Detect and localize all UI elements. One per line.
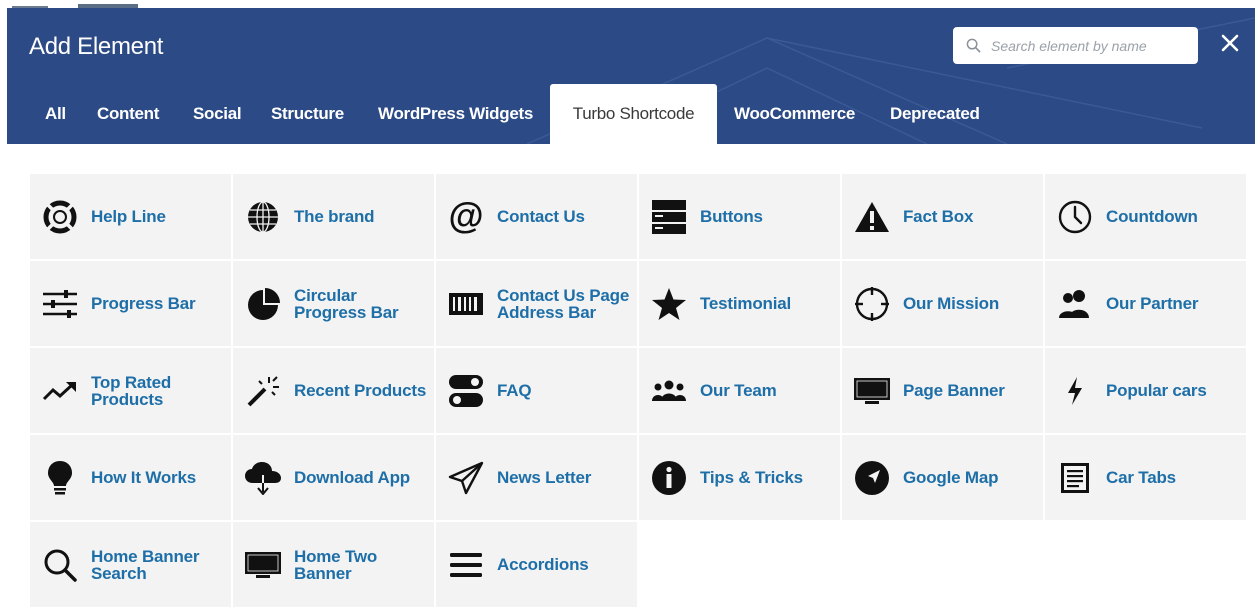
element-label: Home Two Banner [294,546,378,583]
element-label: Help Line [91,207,166,226]
search-input[interactable] [991,27,1191,64]
element-label: Car Tabs [1106,468,1176,487]
modal-title: Add Element [29,33,164,60]
element-label: Popular cars [1106,381,1207,400]
element-recent-products[interactable]: Recent Products [233,348,434,433]
element-buttons[interactable]: Buttons [639,174,840,259]
element-label: Buttons [700,207,763,226]
monitor-icon [852,348,892,433]
barcode-icon [446,261,486,346]
element-our-partner[interactable]: Our Partner [1045,261,1246,346]
search-icon [40,522,80,607]
top-strip [0,0,1255,8]
element-label: Our Team [700,381,777,400]
element-our-team[interactable]: Our Team [639,348,840,433]
element-contact-us-page-address-bar[interactable]: Contact Us Page Address Bar [436,261,637,346]
element-popular-cars[interactable]: Popular cars [1045,348,1246,433]
search-icon [966,38,981,53]
element-circular-progress-bar[interactable]: Circular Progress Bar [233,261,434,346]
element-progress-bar[interactable]: Progress Bar [30,261,231,346]
bolt-icon [1055,348,1095,433]
element-how-it-works[interactable]: How It Works [30,435,231,520]
monitor-icon [243,522,283,607]
element-label: Our Mission [903,294,1000,313]
clock-icon [1055,174,1095,259]
element-our-mission[interactable]: Our Mission [842,261,1043,346]
tab-wordpress-widgets[interactable]: WordPress Widgets [378,84,533,144]
element-countdown[interactable]: Countdown [1045,174,1246,259]
element-label: Progress Bar [91,294,196,313]
element-accordions[interactable]: Accordions [436,522,637,607]
element-label: Home Banner Search [91,546,200,583]
element-help-line[interactable]: Help Line [30,174,231,259]
magic-wand-icon [243,348,283,433]
element-label: FAQ [497,381,532,400]
element-fact-box[interactable]: Fact Box [842,174,1043,259]
element-google-map[interactable]: Google Map [842,435,1043,520]
element-label: Circular Progress Bar [294,285,399,322]
element-label: News Letter [497,468,592,487]
modal-header: Add Element All Content Social Structure… [7,8,1255,144]
element-label: Page Banner [903,381,1005,400]
element-the-brand[interactable]: The brand [233,174,434,259]
tab-bar: All Content Social Structure WordPress W… [7,84,1255,144]
tab-social[interactable]: Social [193,84,242,144]
at-sign-icon: @ [446,174,486,259]
document-icon [1055,435,1095,520]
element-contact-us[interactable]: @ Contact Us [436,174,637,259]
globe-icon [243,174,283,259]
tab-structure[interactable]: Structure [271,84,344,144]
users-icon [1055,261,1095,346]
element-faq[interactable]: FAQ [436,348,637,433]
element-label: Our Partner [1106,294,1199,313]
element-news-letter[interactable]: News Letter [436,435,637,520]
element-label: Download App [294,468,410,487]
tab-deprecated[interactable]: Deprecated [890,84,980,144]
server-stack-icon [649,174,689,259]
lightbulb-icon [40,435,80,520]
element-grid: Help Line The brand @ Contact Us Buttons… [30,174,1246,607]
tab-content[interactable]: Content [97,84,159,144]
element-label: Recent Products [294,381,427,400]
element-home-banner-search[interactable]: Home Banner Search [30,522,231,607]
element-tips-and-tricks[interactable]: Tips & Tricks [639,435,840,520]
element-home-two-banner[interactable]: Home Two Banner [233,522,434,607]
info-circle-icon [649,435,689,520]
tab-woocommerce[interactable]: WooCommerce [734,84,855,144]
element-label: Testimonial [700,294,792,313]
element-label: Contact Us Page Address Bar [497,285,630,322]
tab-turbo-shortcode[interactable]: Turbo Shortcode [550,84,717,144]
element-page-banner[interactable]: Page Banner [842,348,1043,433]
element-label: Top Rated Products [91,372,172,409]
pie-chart-icon [243,261,283,346]
lifebuoy-icon [40,174,80,259]
element-label: The brand [294,207,375,226]
toggles-icon [446,348,486,433]
sliders-icon [40,261,80,346]
group-icon [649,348,689,433]
element-label: Contact Us [497,207,585,226]
element-label: Countdown [1106,207,1198,226]
tab-all[interactable]: All [45,84,66,144]
warning-triangle-icon [852,174,892,259]
element-label: Accordions [497,555,589,574]
element-label: Google Map [903,468,999,487]
close-icon[interactable] [1215,28,1245,58]
element-label: Fact Box [903,207,974,226]
element-download-app[interactable]: Download App [233,435,434,520]
crosshair-icon [852,261,892,346]
trending-up-icon [40,348,80,433]
star-icon [649,261,689,346]
element-top-rated-products[interactable]: Top Rated Products [30,348,231,433]
element-testimonial[interactable]: Testimonial [639,261,840,346]
element-label: How It Works [91,468,196,487]
paper-plane-icon [446,435,486,520]
cloud-download-icon [243,435,283,520]
menu-lines-icon [446,522,486,607]
navigation-icon [852,435,892,520]
svg-text:@: @ [448,199,483,235]
element-car-tabs[interactable]: Car Tabs [1045,435,1246,520]
search-box[interactable] [953,27,1198,64]
element-label: Tips & Tricks [700,468,803,487]
